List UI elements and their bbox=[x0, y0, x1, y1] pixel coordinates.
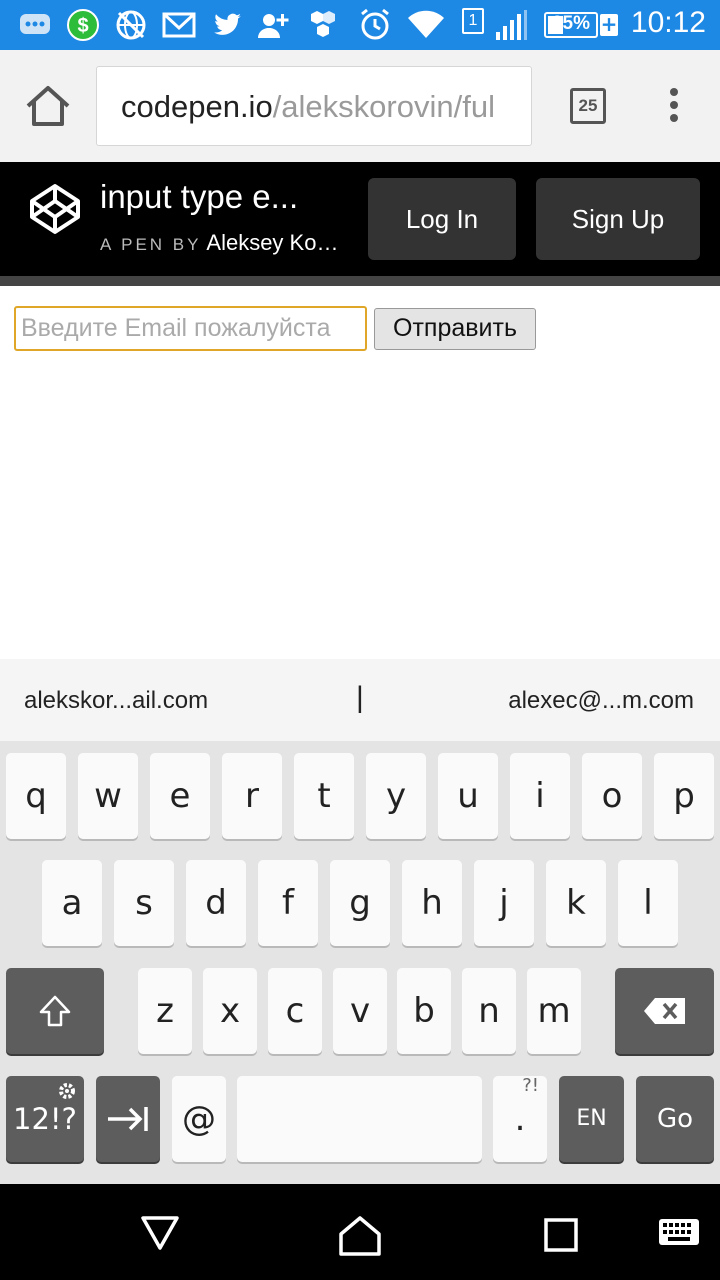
messages-icon bbox=[20, 14, 50, 34]
key-v[interactable]: v bbox=[333, 968, 387, 1054]
browser-toolbar: codepen.io/alekskorovin/ful 25 bbox=[0, 50, 720, 162]
key-t[interactable]: t bbox=[294, 753, 354, 839]
keyboard-suggestion-bar: aleksko​r...ail.com | alexec@...m.com bbox=[0, 659, 720, 741]
key-b[interactable]: b bbox=[397, 968, 451, 1054]
key-y[interactable]: y bbox=[366, 753, 426, 839]
codepen-logo-icon[interactable] bbox=[28, 182, 82, 236]
key-k[interactable]: k bbox=[546, 860, 606, 946]
svg-text:$: $ bbox=[77, 15, 88, 37]
status-bar: $ 1 35% + 10:12 bbox=[0, 0, 720, 50]
key-d[interactable]: d bbox=[186, 860, 246, 946]
tab-key[interactable] bbox=[96, 1076, 160, 1162]
codepen-header: input type e... A PEN BY Aleksey Kor... … bbox=[0, 162, 720, 276]
backspace-icon bbox=[643, 998, 685, 1024]
battery-level: 35% bbox=[551, 13, 591, 34]
key-l[interactable]: l bbox=[618, 860, 678, 946]
pen-author[interactable]: Aleksey Kor... bbox=[206, 230, 340, 255]
clock: 10:12 bbox=[630, 6, 706, 39]
tab-switcher-button[interactable]: 25 bbox=[570, 88, 606, 124]
submit-button[interactable]: Отправить bbox=[374, 308, 536, 350]
key-f[interactable]: f bbox=[258, 860, 318, 946]
url-path: /alekskorovin/ful bbox=[272, 89, 495, 124]
system-nav-bar bbox=[0, 1184, 720, 1280]
key-x[interactable]: x bbox=[203, 968, 257, 1054]
keyboard-switch-icon[interactable] bbox=[658, 1218, 700, 1248]
key-w[interactable]: w bbox=[78, 753, 138, 839]
email-input[interactable]: Введите Email пожалуйста bbox=[14, 306, 367, 351]
vpn-globe-icon bbox=[116, 10, 146, 40]
key-c[interactable]: c bbox=[268, 968, 322, 1054]
url-bar[interactable]: codepen.io/alekskorovin/ful bbox=[96, 66, 532, 146]
pen-title: input type e... bbox=[100, 178, 299, 215]
recent-apps-icon[interactable] bbox=[544, 1218, 578, 1252]
key-r[interactable]: r bbox=[222, 753, 282, 839]
home-nav-icon[interactable] bbox=[338, 1214, 382, 1258]
settings-gear-icon bbox=[59, 1083, 75, 1099]
symbols-key[interactable]: 12!? bbox=[6, 1076, 84, 1162]
key-period[interactable]: . ?! bbox=[493, 1075, 547, 1162]
backspace-key[interactable] bbox=[615, 968, 714, 1054]
key-e[interactable]: e bbox=[150, 753, 210, 839]
battery-icon: 35% bbox=[544, 12, 598, 38]
screen: $ 1 35% + 10:12 codepen.io/alekskorovin/… bbox=[0, 0, 720, 1280]
suggestion-right[interactable]: alexec@...m.com bbox=[508, 687, 694, 715]
key-m[interactable]: m bbox=[527, 968, 581, 1054]
pen-by-label: A PEN BY bbox=[100, 235, 202, 254]
pen-author-line: A PEN BY Aleksey Kor... bbox=[100, 230, 340, 256]
shift-icon bbox=[39, 995, 71, 1027]
period-alt-label: ?! bbox=[522, 1075, 539, 1096]
alarm-icon bbox=[361, 8, 389, 40]
tab-arrow-icon bbox=[108, 1107, 148, 1131]
language-key[interactable]: EN bbox=[559, 1076, 624, 1162]
sim-icon: 1 bbox=[462, 8, 484, 34]
key-q[interactable]: q bbox=[6, 753, 66, 839]
period-label: . bbox=[514, 1099, 526, 1139]
charging-icon: + bbox=[600, 12, 618, 36]
key-p[interactable]: p bbox=[654, 753, 714, 839]
space-key[interactable] bbox=[237, 1076, 482, 1162]
honeycomb-icon bbox=[311, 11, 335, 37]
login-button[interactable]: Log In bbox=[368, 178, 516, 260]
key-z[interactable]: z bbox=[138, 968, 192, 1054]
symbols-label: 12!? bbox=[13, 1102, 77, 1136]
home-icon[interactable] bbox=[24, 84, 72, 128]
back-icon[interactable] bbox=[140, 1212, 180, 1252]
signal-icon bbox=[496, 10, 527, 40]
suggestion-left[interactable]: aleksko​r...ail.com bbox=[24, 687, 208, 715]
key-o[interactable]: o bbox=[582, 753, 642, 839]
key-h[interactable]: h bbox=[402, 860, 462, 946]
twitter-icon bbox=[214, 13, 241, 35]
key-s[interactable]: s bbox=[114, 860, 174, 946]
go-key[interactable]: Go bbox=[636, 1076, 714, 1162]
overflow-menu-icon[interactable] bbox=[666, 88, 682, 128]
key-g[interactable]: g bbox=[330, 860, 390, 946]
header-divider bbox=[0, 276, 720, 286]
key-j[interactable]: j bbox=[474, 860, 534, 946]
key-a[interactable]: a bbox=[42, 860, 102, 946]
key-at[interactable]: @ bbox=[172, 1076, 226, 1162]
wifi-icon bbox=[408, 10, 444, 38]
signup-button[interactable]: Sign Up bbox=[536, 178, 700, 260]
key-u[interactable]: u bbox=[438, 753, 498, 839]
key-n[interactable]: n bbox=[462, 968, 516, 1054]
money-icon: $ bbox=[67, 9, 99, 41]
key-i[interactable]: i bbox=[510, 753, 570, 839]
gmail-icon bbox=[162, 12, 196, 38]
on-screen-keyboard: q w e r t y u i o p a s d f g h j k l z … bbox=[0, 741, 720, 1184]
url-host: codepen.io bbox=[121, 89, 273, 124]
suggestion-divider: | bbox=[356, 681, 364, 714]
shift-key[interactable] bbox=[6, 968, 104, 1054]
add-contact-icon bbox=[258, 14, 289, 38]
